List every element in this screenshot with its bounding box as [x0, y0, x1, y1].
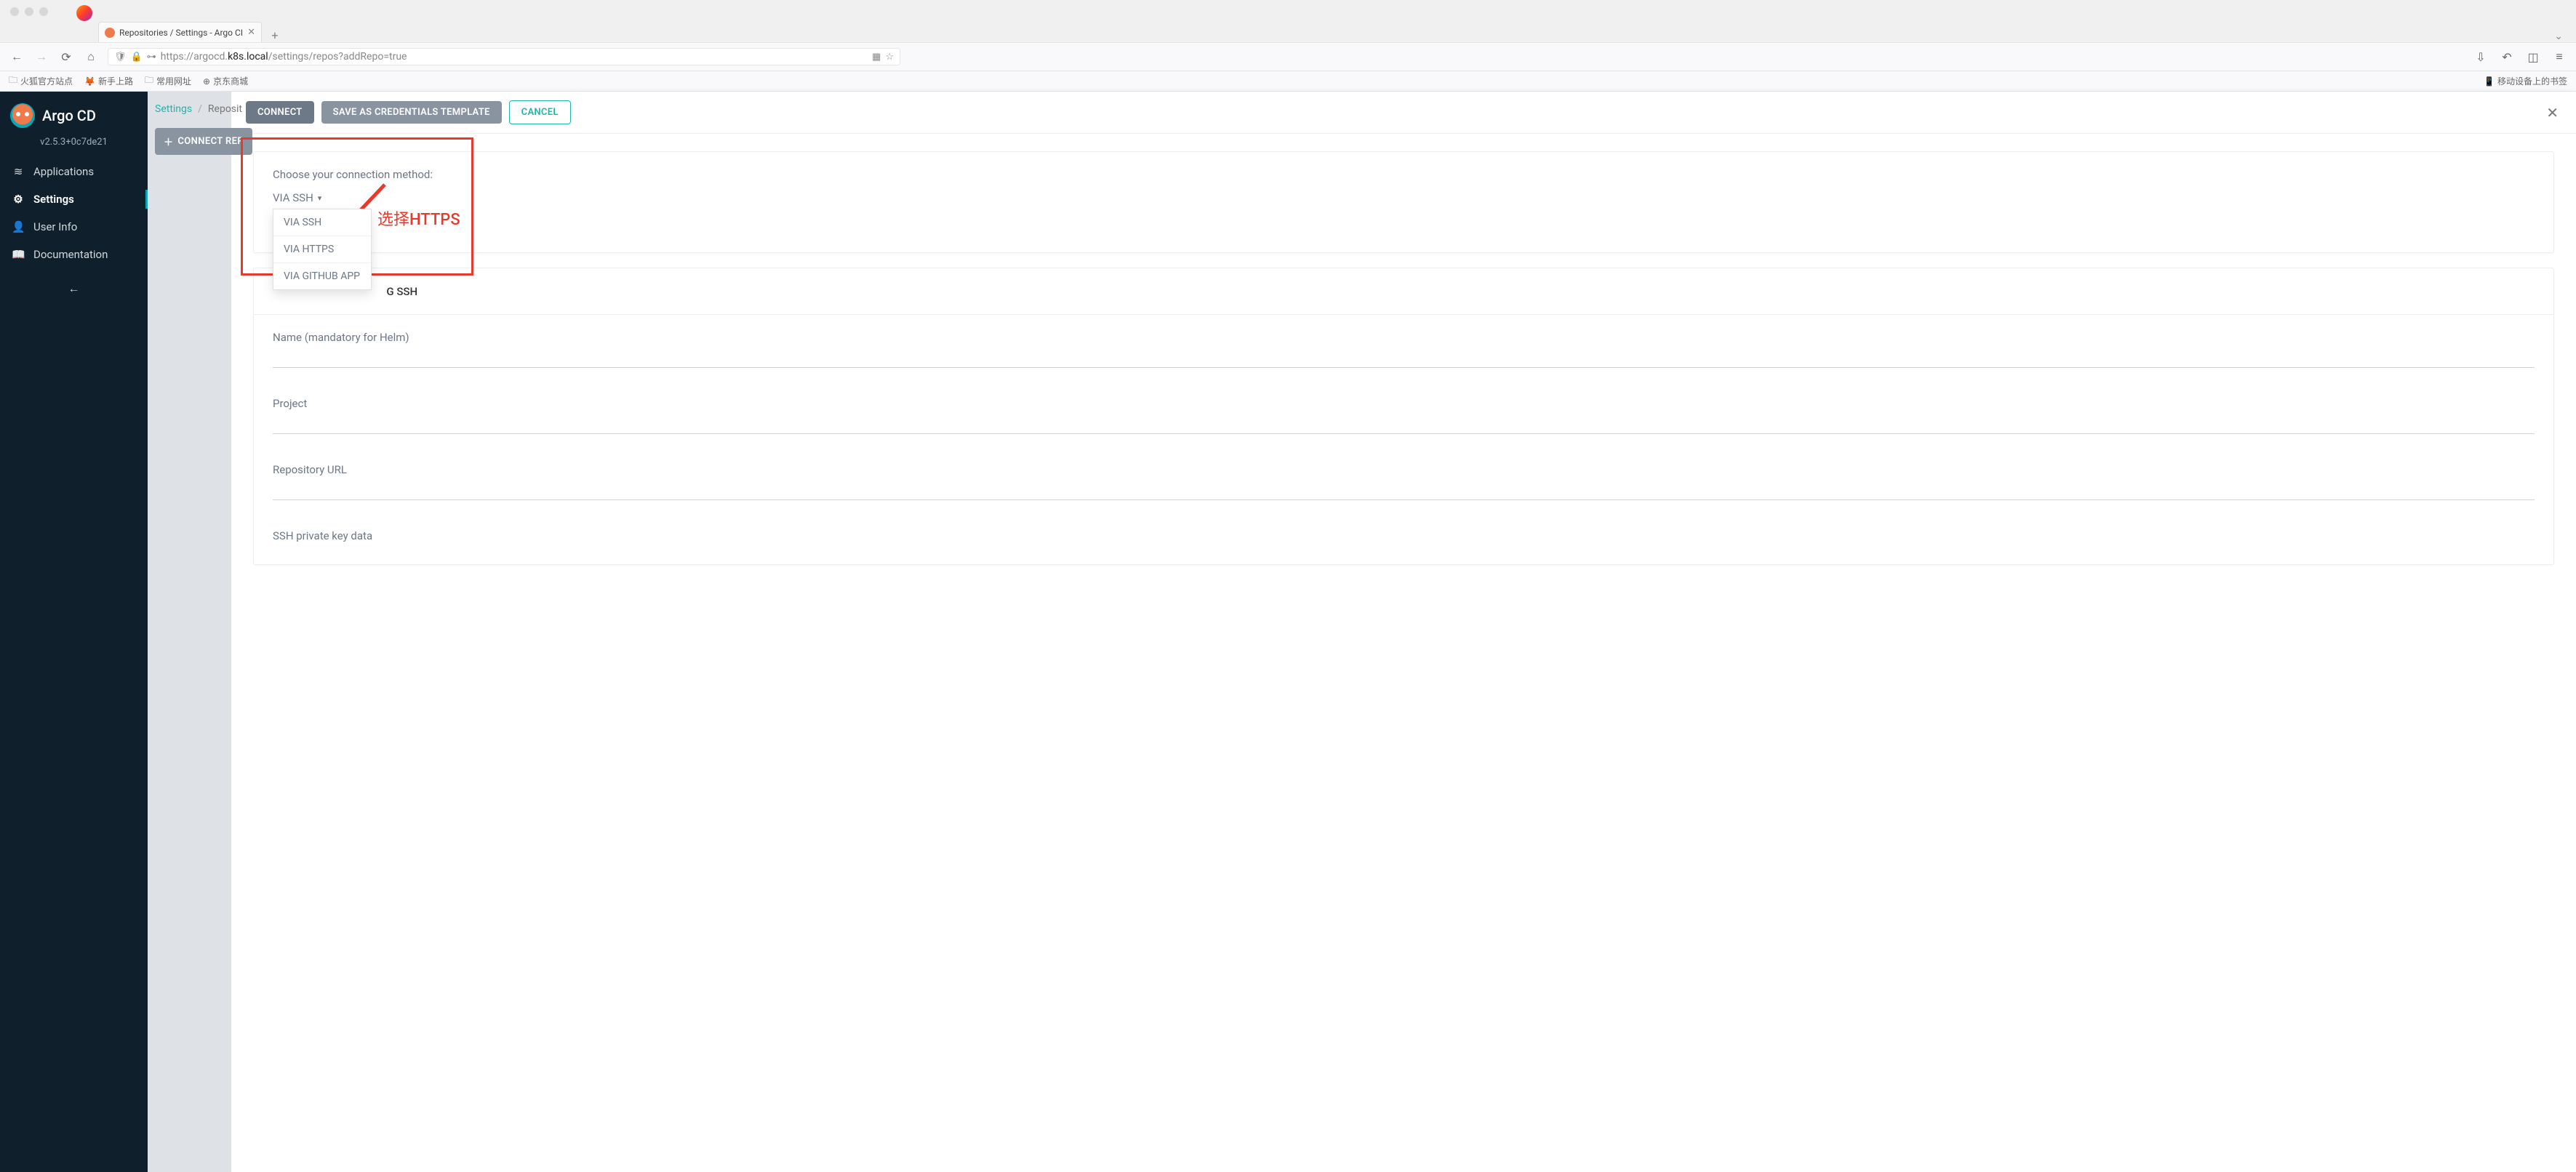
repo-form-card: CONNECT REPO USING SSH Name (mandatory f…	[253, 268, 2554, 565]
connection-method-label: Choose your connection method:	[273, 168, 2535, 181]
sidebar-item-user-info[interactable]: 👤 User Info	[0, 213, 148, 241]
field-ssh-key: SSH private key data	[273, 529, 2535, 542]
sidebar-item-documentation[interactable]: 📖 Documentation	[0, 241, 148, 268]
plus-icon: ＋	[164, 135, 173, 148]
layers-icon: ≋	[12, 165, 25, 178]
field-label-repo-url: Repository URL	[273, 463, 2535, 476]
tab-close-icon[interactable]: ✕	[247, 27, 255, 38]
mobile-bookmarks[interactable]: 📱移动设备上的书签	[2484, 75, 2567, 87]
shield-icon: 🛡	[114, 52, 127, 63]
field-label-ssh-key: SSH private key data	[273, 529, 2535, 542]
url-text: https://argocd.k8s.local/settings/repos?…	[161, 51, 868, 63]
bookmark-item[interactable]: ⊕京东商城	[203, 75, 248, 87]
bookmark-item[interactable]: 🗀火狐官方站点	[9, 73, 73, 89]
annotation-text: 选择HTTPS	[377, 206, 460, 230]
home-button[interactable]: ⌂	[83, 49, 99, 65]
window-titlebar	[0, 0, 2576, 20]
connect-repo-label: CONNECT REP	[177, 136, 244, 147]
bookmark-item[interactable]: 🗀常用网址	[145, 73, 191, 89]
firefox-icon	[76, 5, 92, 21]
slideout-header: CONNECT SAVE AS CREDENTIALS TEMPLATE CAN…	[231, 92, 2576, 134]
new-tab-button[interactable]: +	[268, 28, 282, 42]
breadcrumb: Settings / Reposit	[155, 103, 224, 115]
undo-icon[interactable]: ↶	[2499, 49, 2515, 65]
sidebar-item-label: Applications	[33, 165, 94, 178]
qr-icon[interactable]: ▦	[872, 52, 881, 63]
minimize-dot[interactable]	[25, 7, 33, 16]
field-label-name: Name (mandatory for Helm)	[273, 331, 2535, 344]
field-repo-url: Repository URL	[273, 463, 2535, 500]
close-dot[interactable]	[10, 7, 19, 16]
breadcrumb-separator: /	[198, 103, 202, 115]
bookmark-item[interactable]: 🦊新手上路	[84, 75, 133, 87]
dd-option-github-app[interactable]: VIA GITHUB APP	[273, 263, 371, 289]
save-template-button[interactable]: SAVE AS CREDENTIALS TEMPLATE	[321, 101, 502, 124]
argo-logo-icon	[10, 103, 35, 128]
cancel-button[interactable]: CANCEL	[509, 100, 571, 124]
tab-bar: Repositories / Settings - Argo CI ✕ + ⌄	[0, 20, 2576, 42]
section-title-ssh-tail: G SSH	[386, 285, 417, 298]
version-text: v2.5.3+0c7de21	[0, 132, 148, 158]
gear-icon: ⚙	[12, 193, 25, 206]
sidebar-item-label: Settings	[33, 193, 74, 206]
field-name: Name (mandatory for Helm)	[273, 331, 2535, 368]
tab-overflow-button[interactable]: ⌄	[2554, 31, 2563, 42]
sidebar-item-settings[interactable]: ⚙ Settings	[0, 185, 148, 213]
menu-icon[interactable]: ≡	[2551, 49, 2567, 65]
traffic-lights[interactable]	[10, 7, 48, 16]
dropdown-selected-text: VIA SSH	[273, 191, 313, 204]
tab-active[interactable]: Repositories / Settings - Argo CI ✕	[98, 22, 262, 42]
connection-method-menu: VIA SSH VIA HTTPS VIA GITHUB APP	[273, 209, 372, 290]
key-icon: ⊶	[147, 52, 156, 63]
dd-option-ssh[interactable]: VIA SSH	[273, 209, 371, 236]
reload-button[interactable]: ⟳	[58, 49, 74, 65]
connect-button[interactable]: CONNECT	[246, 101, 314, 124]
brand: Argo CD	[0, 103, 148, 132]
project-input[interactable]	[273, 412, 2535, 434]
forward-button[interactable]: →	[33, 49, 49, 65]
sidebar-item-applications[interactable]: ≋ Applications	[0, 158, 148, 185]
user-icon: 👤	[12, 220, 25, 233]
book-icon: 📖	[12, 248, 25, 261]
back-button[interactable]: ←	[9, 49, 25, 65]
field-label-project: Project	[273, 397, 2535, 410]
browser-toolbar: ← → ⟳ ⌂ 🛡 🔒 ⊶ https://argocd.k8s.local/s…	[0, 42, 2576, 71]
dd-option-https[interactable]: VIA HTTPS	[273, 236, 371, 263]
connect-repo-button[interactable]: ＋ CONNECT REP	[155, 128, 252, 155]
brand-title: Argo CD	[42, 107, 96, 124]
breadcrumb-root[interactable]: Settings	[155, 103, 192, 115]
argo-favicon	[105, 28, 115, 38]
page-backdrop: Settings / Reposit ＋ CONNECT REP	[148, 92, 231, 1172]
collapse-sidebar-button[interactable]: ←	[0, 281, 148, 296]
sidebar-item-label: User Info	[33, 220, 77, 233]
sidebar-item-label: Documentation	[33, 248, 108, 261]
repository-url-input[interactable]	[273, 478, 2535, 500]
zoom-dot[interactable]	[39, 7, 48, 16]
star-icon[interactable]: ☆	[885, 52, 894, 63]
connection-method-card: Choose your connection method: VIA SSH ▾…	[253, 151, 2554, 253]
name-input[interactable]	[273, 345, 2535, 368]
address-bar[interactable]: 🛡 🔒 ⊶ https://argocd.k8s.local/settings/…	[108, 48, 900, 65]
lock-icon: 🔒	[131, 52, 143, 63]
close-panel-icon[interactable]: ✕	[2543, 101, 2561, 124]
connection-method-dropdown[interactable]: VIA SSH ▾	[273, 191, 2535, 204]
download-icon[interactable]: ⇩	[2473, 49, 2489, 65]
tab-title: Repositories / Settings - Argo CI	[119, 28, 243, 38]
slideout-panel: CONNECT SAVE AS CREDENTIALS TEMPLATE CAN…	[231, 92, 2576, 1172]
breadcrumb-current: Reposit	[208, 103, 242, 115]
sidebar: Argo CD v2.5.3+0c7de21 ≋ Applications ⚙ …	[0, 92, 148, 1172]
caret-down-icon: ▾	[318, 193, 322, 203]
bookmarks-bar: 🗀火狐官方站点 🦊新手上路 🗀常用网址 ⊕京东商城 📱移动设备上的书签	[0, 71, 2576, 92]
field-project: Project	[273, 397, 2535, 434]
clip-icon[interactable]: ◫	[2525, 49, 2541, 65]
